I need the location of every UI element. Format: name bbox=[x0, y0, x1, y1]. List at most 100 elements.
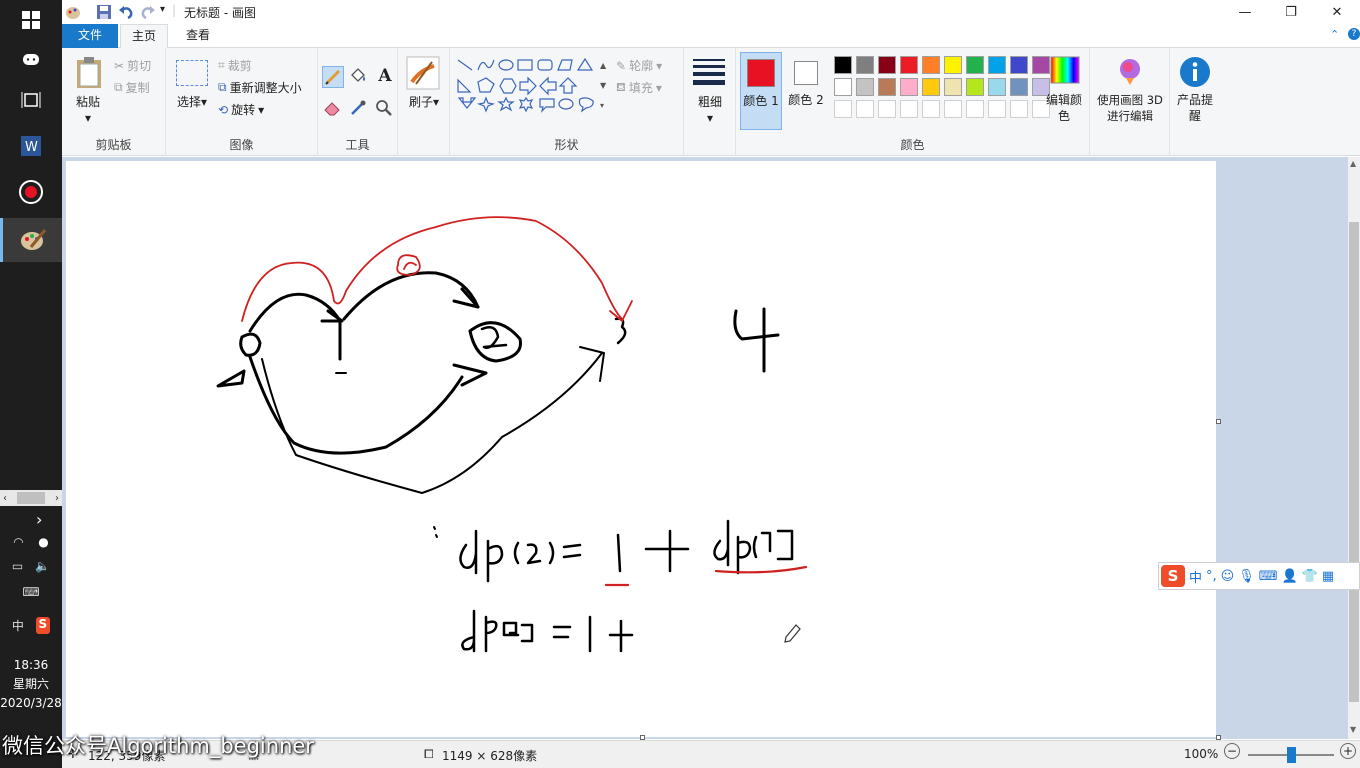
palette-color[interactable] bbox=[900, 78, 918, 96]
outline-button[interactable]: ✎ 轮廓 ▾ bbox=[616, 57, 662, 74]
fill-button[interactable]: ⛾ 填充 ▾ bbox=[616, 79, 662, 96]
palette-color[interactable] bbox=[922, 56, 940, 74]
quick-access-dropdown-icon[interactable]: ▾ bbox=[160, 4, 165, 15]
palette-color[interactable] bbox=[944, 78, 962, 96]
start-button[interactable] bbox=[0, 0, 62, 40]
paint3d-button[interactable]: 使用画图 3D 进行编辑 bbox=[1092, 92, 1168, 124]
resize-handle-right[interactable] bbox=[1216, 419, 1221, 424]
zoom-slider-thumb[interactable] bbox=[1287, 747, 1296, 763]
emoji-icon[interactable]: ☺ bbox=[1221, 569, 1235, 584]
wechat-icon[interactable]: ● bbox=[38, 535, 48, 549]
volume-icon[interactable]: 🔈 bbox=[35, 559, 50, 573]
text-tool[interactable]: A bbox=[374, 66, 396, 88]
taskbar-scroll[interactable]: ‹ › bbox=[0, 490, 62, 506]
copy-button[interactable]: ⧉ 复制 bbox=[114, 79, 150, 96]
tab-view[interactable]: 查看 bbox=[174, 24, 222, 48]
shapes-scroll[interactable]: ▲ ▼ ▾ bbox=[600, 56, 610, 116]
color-picker-tool[interactable] bbox=[348, 98, 370, 120]
edit-colors-icon[interactable] bbox=[1050, 56, 1080, 84]
scroll-down-icon[interactable]: ▼ bbox=[1350, 725, 1356, 734]
custom-color-slot[interactable] bbox=[1010, 100, 1028, 118]
show-hidden-icons-icon[interactable]: › bbox=[36, 510, 42, 529]
info-icon[interactable] bbox=[1179, 56, 1211, 88]
product-alert-button[interactable]: 产品提醒 bbox=[1172, 92, 1218, 124]
eraser-tool[interactable] bbox=[322, 98, 344, 120]
palette-color[interactable] bbox=[856, 78, 874, 96]
custom-color-slot[interactable] bbox=[878, 100, 896, 118]
size-button[interactable]: 粗细 ▾ bbox=[688, 94, 732, 126]
rotate-button[interactable]: ⟲ 旋转 ▾ bbox=[218, 101, 264, 118]
palette-color[interactable] bbox=[878, 78, 896, 96]
sogou-icon[interactable]: S bbox=[35, 617, 51, 634]
vertical-scroll-thumb[interactable] bbox=[1349, 222, 1359, 702]
color1-button[interactable]: 颜色 1 bbox=[740, 52, 782, 130]
taskbar-paint[interactable] bbox=[0, 218, 62, 262]
vertical-scrollbar[interactable]: ▲ ▼ bbox=[1348, 157, 1360, 739]
palette-color[interactable] bbox=[922, 78, 940, 96]
edit-colors-button[interactable]: 编辑颜色 bbox=[1042, 92, 1086, 124]
zoom-in-button[interactable]: + bbox=[1340, 743, 1356, 759]
palette-color[interactable] bbox=[900, 56, 918, 74]
custom-color-slot[interactable] bbox=[834, 100, 852, 118]
drawing-canvas[interactable]: 4 dp(2) = 1 + dp[1] dp[2] = 1 + bbox=[66, 161, 1216, 737]
ime-language[interactable]: 中 bbox=[12, 617, 24, 634]
custom-color-slot[interactable] bbox=[966, 100, 984, 118]
minimize-button[interactable]: — bbox=[1222, 0, 1268, 24]
cortana-button[interactable] bbox=[0, 40, 62, 80]
palette-color[interactable] bbox=[944, 56, 962, 74]
help-icon[interactable]: ? bbox=[1348, 28, 1360, 40]
keyboard-icon[interactable]: ⌨ bbox=[22, 585, 39, 599]
user-icon[interactable]: 👤 bbox=[1282, 569, 1298, 584]
ime-lang-toggle[interactable]: 中 bbox=[1189, 567, 1202, 586]
magnifier-tool[interactable] bbox=[374, 98, 396, 120]
palette-color[interactable] bbox=[834, 56, 852, 74]
custom-color-slot[interactable] bbox=[988, 100, 1006, 118]
paste-button[interactable]: 粘贴 ▾ bbox=[70, 94, 106, 126]
wifi-icon[interactable]: ◠ bbox=[13, 535, 23, 549]
cut-button[interactable]: ✂ 剪切 bbox=[114, 57, 151, 74]
scroll-left-icon[interactable]: ‹ bbox=[3, 493, 7, 504]
scroll-right-icon[interactable]: › bbox=[55, 493, 59, 504]
brush-icon[interactable] bbox=[406, 56, 440, 90]
close-button[interactable]: ✕ bbox=[1314, 0, 1360, 24]
palette-color[interactable] bbox=[878, 56, 896, 74]
color2-button[interactable]: 颜色 2 bbox=[786, 52, 828, 130]
palette-color[interactable] bbox=[1032, 56, 1050, 74]
palette-color[interactable] bbox=[966, 78, 984, 96]
custom-color-slot[interactable] bbox=[856, 100, 874, 118]
zoom-out-button[interactable]: − bbox=[1224, 743, 1240, 759]
palette-color[interactable] bbox=[856, 56, 874, 74]
shapes-gallery[interactable] bbox=[456, 56, 608, 116]
custom-color-slot[interactable] bbox=[944, 100, 962, 118]
crop-button[interactable]: ⌗ 裁剪 bbox=[218, 57, 252, 74]
pencil-tool[interactable] bbox=[322, 66, 344, 88]
task-view-button[interactable] bbox=[0, 80, 62, 120]
select-button[interactable]: 选择▾ bbox=[174, 94, 210, 110]
paint3d-icon[interactable] bbox=[1115, 56, 1145, 86]
custom-color-slot[interactable] bbox=[922, 100, 940, 118]
toolbox-icon[interactable]: ▦ bbox=[1322, 569, 1334, 584]
battery-icon[interactable]: ▭ bbox=[12, 559, 23, 573]
keyboard-icon[interactable]: ⌨ bbox=[1259, 569, 1278, 584]
line-width-icon[interactable] bbox=[692, 58, 726, 86]
paste-icon[interactable] bbox=[75, 56, 103, 90]
resize-button[interactable]: ⧉ 重新调整大小 bbox=[218, 79, 302, 96]
scroll-thumb[interactable] bbox=[17, 492, 45, 504]
palette-color[interactable] bbox=[1010, 78, 1028, 96]
restore-button[interactable]: ❐ bbox=[1268, 0, 1314, 24]
tab-file[interactable]: 文件 bbox=[62, 24, 118, 48]
save-icon[interactable] bbox=[96, 4, 112, 20]
sogou-logo-icon[interactable]: S bbox=[1161, 565, 1185, 587]
undo-icon[interactable] bbox=[118, 4, 134, 20]
ime-toolbar[interactable]: S 中 °, ☺ 🎙 ⌨ 👤 👕 ▦ bbox=[1158, 562, 1360, 590]
palette-color[interactable] bbox=[988, 78, 1006, 96]
fill-tool[interactable] bbox=[348, 66, 370, 88]
palette-color[interactable] bbox=[988, 56, 1006, 74]
custom-color-slot[interactable] bbox=[900, 100, 918, 118]
clock[interactable]: 18:36 星期六 2020/3/28 bbox=[0, 656, 62, 713]
palette-color[interactable] bbox=[1010, 56, 1028, 74]
select-icon[interactable] bbox=[176, 60, 208, 86]
brushes-button[interactable]: 刷子▾ bbox=[402, 94, 446, 110]
taskbar-word[interactable]: W bbox=[0, 126, 62, 166]
zoom-slider[interactable] bbox=[1248, 747, 1334, 763]
